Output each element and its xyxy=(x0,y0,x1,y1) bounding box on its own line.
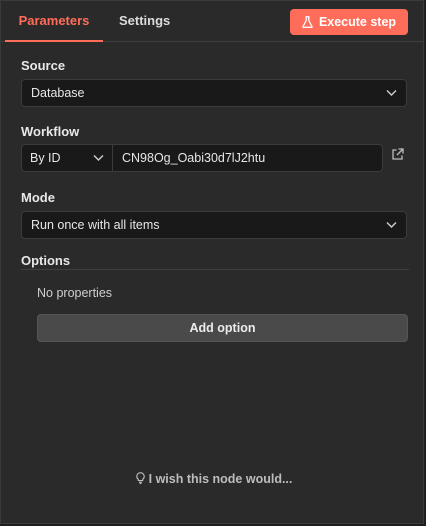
mode-value: Run once with all items xyxy=(31,218,160,232)
execute-step-label: Execute step xyxy=(318,15,397,29)
lightbulb-icon xyxy=(135,472,145,485)
chevron-down-icon xyxy=(93,155,104,161)
workflow-id-input[interactable]: CN98Og_Oabi30d7lJ2htu xyxy=(112,144,383,172)
tab-parameters[interactable]: Parameters xyxy=(5,1,103,42)
workflow-mode-select[interactable]: By ID xyxy=(21,144,113,172)
source-value: Database xyxy=(31,86,85,100)
chevron-down-icon xyxy=(386,90,397,96)
workflow-label: Workflow xyxy=(21,124,80,139)
node-parameters-panel: Parameters Settings Execute step Source … xyxy=(0,0,424,524)
mode-select[interactable]: Run once with all items xyxy=(21,211,407,239)
tab-bar: Parameters Settings Execute step xyxy=(1,1,423,42)
tab-settings[interactable]: Settings xyxy=(119,1,170,40)
workflow-mode-value: By ID xyxy=(30,151,61,165)
source-label: Source xyxy=(21,58,66,73)
workflow-field: By ID CN98Og_Oabi30d7lJ2htu xyxy=(21,144,383,172)
chevron-down-icon xyxy=(386,222,397,228)
execute-step-button[interactable]: Execute step xyxy=(290,9,408,35)
no-properties-text: No properties xyxy=(37,286,113,300)
node-feedback-link[interactable]: I wish this node would... xyxy=(1,472,426,486)
add-option-button[interactable]: Add option xyxy=(37,314,408,342)
flask-icon xyxy=(302,16,313,28)
mode-label: Mode xyxy=(21,190,55,205)
options-divider xyxy=(21,269,409,270)
source-select[interactable]: Database xyxy=(21,79,407,107)
feedback-text: I wish this node would... xyxy=(148,472,293,486)
external-link-icon[interactable] xyxy=(391,148,404,161)
options-label: Options xyxy=(21,253,71,268)
